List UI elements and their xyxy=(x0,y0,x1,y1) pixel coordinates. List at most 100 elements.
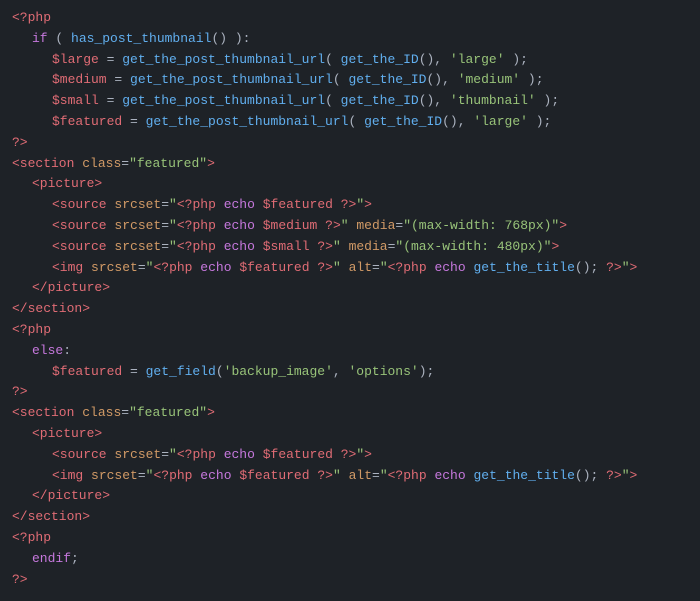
attr-media2: media xyxy=(349,237,388,258)
attr-val-end3: " xyxy=(333,237,341,258)
code-editor: <?php if ( has_post_thumbnail () ): $lar… xyxy=(0,0,700,598)
code-line: <img srcset = " <?php echo $featured ?> … xyxy=(0,258,700,279)
attr-val-srcset4: " xyxy=(169,445,177,466)
keyword-endif: endif xyxy=(32,549,71,570)
php-close-inline7: ?> xyxy=(317,466,333,487)
attr-val-featured: "featured" xyxy=(129,154,207,175)
html-picture2-close: </picture> xyxy=(32,486,110,507)
attr-alt2: alt xyxy=(349,466,372,487)
html-img1-close: > xyxy=(630,258,638,279)
code-line: endif ; xyxy=(0,549,700,570)
attr-val-alt1: " xyxy=(380,258,388,279)
php-close-inline2: ?> xyxy=(325,216,341,237)
html-source4-close: > xyxy=(364,445,372,466)
func-get-id2: get_the_ID xyxy=(348,70,426,91)
attr-val-srcset2: " xyxy=(169,216,177,237)
code-line: <section class = "featured" > xyxy=(0,403,700,424)
keyword-if: if xyxy=(32,29,48,50)
attr-val-srcset1: " xyxy=(169,195,177,216)
var-featured-img1: $featured xyxy=(239,258,309,279)
var-small-inline: $small xyxy=(263,237,310,258)
code-line: <source srcset = " <?php echo $small ?> … xyxy=(0,237,700,258)
code-line: ?> xyxy=(0,133,700,154)
html-source2-close: > xyxy=(559,216,567,237)
php-open-tag: <?php xyxy=(12,8,51,29)
string-large: 'large' xyxy=(450,50,505,71)
php-open-tag2: <?php xyxy=(12,320,51,341)
html-picture-close: </picture> xyxy=(32,278,110,299)
php-close-tag2: ?> xyxy=(12,382,28,403)
html-section2-open: <section xyxy=(12,403,74,424)
php-inline2: <?php xyxy=(177,216,216,237)
code-line: <?php xyxy=(0,528,700,549)
code-line: <source srcset = " <?php echo $featured … xyxy=(0,195,700,216)
html-source1: <source xyxy=(52,195,107,216)
func-get-field: get_field xyxy=(146,362,216,383)
code-line: <img srcset = " <?php echo $featured ?> … xyxy=(0,466,700,487)
func-get-id3: get_the_ID xyxy=(341,91,419,112)
keyword-else: else xyxy=(32,341,63,362)
attr-val-featured2: "featured" xyxy=(129,403,207,424)
code-line: </section> xyxy=(0,299,700,320)
php-close-inline1: ?> xyxy=(341,195,357,216)
attr-class: class xyxy=(82,154,121,175)
attr-srcset-img1: srcset xyxy=(91,258,138,279)
attr-val-img1-end: " xyxy=(333,258,341,279)
code-line: else : xyxy=(0,341,700,362)
php-inline8: <?php xyxy=(388,466,427,487)
var-large: $large xyxy=(52,50,99,71)
string-options: 'options' xyxy=(348,362,418,383)
php-inline3: <?php xyxy=(177,237,216,258)
keyword-echo4: echo xyxy=(200,258,231,279)
keyword-echo5: echo xyxy=(434,258,465,279)
func-get-title1: get_the_title xyxy=(473,258,574,279)
attr-media1: media xyxy=(356,216,395,237)
func-get-title2: get_the_title xyxy=(473,466,574,487)
string-thumbnail: 'thumbnail' xyxy=(450,91,536,112)
html-img1: <img xyxy=(52,258,83,279)
code-line: if ( has_post_thumbnail () ): xyxy=(0,29,700,50)
html-source1-close: > xyxy=(364,195,372,216)
php-open-tag3: <?php xyxy=(12,528,51,549)
code-line: $featured = get_field ( 'backup_image' ,… xyxy=(0,362,700,383)
code-line: </section> xyxy=(0,507,700,528)
html-source4: <source xyxy=(52,445,107,466)
attr-srcset2: srcset xyxy=(114,216,161,237)
keyword-echo7: echo xyxy=(200,466,231,487)
php-close-inline8: ?> xyxy=(606,466,622,487)
attr-val-alt2: " xyxy=(380,466,388,487)
html-section-close1: </section> xyxy=(12,299,90,320)
html-img2: <img xyxy=(52,466,83,487)
func-get-thumbnail-url4: get_the_post_thumbnail_url xyxy=(146,112,349,133)
html-section-open: <section xyxy=(12,154,74,175)
keyword-echo2: echo xyxy=(224,216,255,237)
attr-val-end1: " xyxy=(356,195,364,216)
attr-srcset-img2: srcset xyxy=(91,466,138,487)
var-featured-inline2: $featured xyxy=(263,445,333,466)
string-medium: 'medium' xyxy=(458,70,520,91)
code-line: </picture> xyxy=(0,486,700,507)
php-close-inline4: ?> xyxy=(317,258,333,279)
code-line: ?> xyxy=(0,382,700,403)
attr-val-img2: " xyxy=(146,466,154,487)
attr-val-srcset4-end: " xyxy=(356,445,364,466)
var-featured-inline1: $featured xyxy=(263,195,333,216)
code-line: <picture> xyxy=(0,424,700,445)
html-picture-open: <picture> xyxy=(32,174,102,195)
html-section2-bracket: > xyxy=(207,403,215,424)
html-section-close2: </section> xyxy=(12,507,90,528)
attr-class2: class xyxy=(82,403,121,424)
php-close-tag3: ?> xyxy=(12,570,28,591)
attr-srcset3: srcset xyxy=(114,237,161,258)
string-backup-image: 'backup_image' xyxy=(224,362,333,383)
keyword-echo1: echo xyxy=(224,195,255,216)
html-img2-close: > xyxy=(630,466,638,487)
code-line: <picture> xyxy=(0,174,700,195)
php-inline4: <?php xyxy=(153,258,192,279)
func-get-id: get_the_ID xyxy=(341,50,419,71)
attr-srcset1: srcset xyxy=(114,195,161,216)
code-line: $medium = get_the_post_thumbnail_url ( g… xyxy=(0,70,700,91)
html-source3: <source xyxy=(52,237,107,258)
php-close-inline6: ?> xyxy=(341,445,357,466)
code-line: $small = get_the_post_thumbnail_url ( ge… xyxy=(0,91,700,112)
